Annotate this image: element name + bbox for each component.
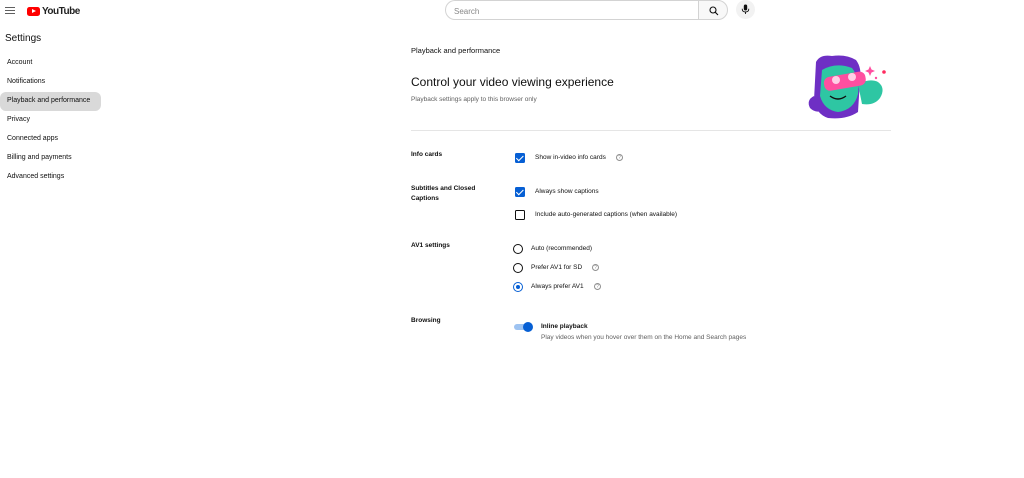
mic-icon xyxy=(741,4,750,14)
inline-playback-description: Play videos when you hover over them on … xyxy=(541,334,747,341)
inline-playback-toggle[interactable] xyxy=(513,322,533,332)
menu-icon[interactable] xyxy=(5,5,17,17)
sidebar-item-privacy[interactable]: Privacy xyxy=(0,111,101,130)
sidebar-item-label: Privacy xyxy=(7,116,30,123)
always-show-captions-label: Always show captions xyxy=(535,188,599,195)
search-box xyxy=(445,0,699,21)
sidebar-item-label: Notifications xyxy=(7,78,46,85)
youtube-logo[interactable]: YouTube xyxy=(27,4,80,18)
sidebar-item-account[interactable]: Account xyxy=(0,54,101,73)
help-icon[interactable]: ? xyxy=(594,283,601,290)
page-subtitle: Playback settings apply to this browser … xyxy=(411,96,537,103)
info-cards-label: Info cards xyxy=(411,151,443,158)
av1-settings-label: AV1 settings xyxy=(411,242,450,249)
playback-illustration xyxy=(808,55,886,119)
av1-auto-label: Auto (recommended) xyxy=(531,245,593,252)
av1-auto-radio[interactable] xyxy=(513,244,523,254)
captions-label-line1: Subtitles and Closed xyxy=(411,185,476,192)
auto-generated-captions-label: Include auto-generated captions (when av… xyxy=(535,211,678,218)
captions-label-line2: Captions xyxy=(411,195,439,202)
sidebar-item-label: Billing and payments xyxy=(7,154,72,161)
youtube-play-icon xyxy=(27,6,40,16)
top-bar: YouTube xyxy=(0,0,1024,22)
sidebar-item-advanced[interactable]: Advanced settings xyxy=(0,168,101,187)
search-input[interactable] xyxy=(446,2,699,21)
sidebar-item-label: Account xyxy=(7,59,33,66)
info-cards-checkbox[interactable] xyxy=(515,153,525,163)
header-divider xyxy=(411,130,891,131)
sidebar-item-connected-apps[interactable]: Connected apps xyxy=(0,130,101,149)
browsing-label: Browsing xyxy=(411,317,441,324)
settings-title: Settings xyxy=(5,33,42,44)
sidebar-item-playback[interactable]: Playback and performance xyxy=(0,92,101,111)
section-label: Playback and performance xyxy=(411,46,501,55)
page-title: Control your video viewing experience xyxy=(411,75,614,89)
sidebar-item-label: Connected apps xyxy=(7,135,58,142)
search-icon xyxy=(709,6,719,16)
help-icon[interactable]: ? xyxy=(616,154,623,161)
sidebar-item-label: Playback and performance xyxy=(7,97,91,104)
sidebar-item-notifications[interactable]: Notifications xyxy=(0,73,101,92)
av1-prefer-sd-radio[interactable] xyxy=(513,263,523,273)
help-icon[interactable]: ? xyxy=(592,264,599,271)
logo-text: YouTube xyxy=(42,5,80,17)
always-show-captions-checkbox[interactable] xyxy=(515,187,525,197)
voice-search-button[interactable] xyxy=(736,0,755,19)
info-cards-option-label: Show in-video info cards xyxy=(535,154,606,161)
search-button[interactable] xyxy=(698,0,728,20)
av1-prefer-sd-label: Prefer AV1 for SD xyxy=(531,264,583,271)
av1-always-label: Always prefer AV1 xyxy=(531,283,584,290)
auto-generated-captions-checkbox[interactable] xyxy=(515,210,525,220)
av1-always-radio[interactable] xyxy=(513,282,523,292)
inline-playback-title: Inline playback xyxy=(541,323,588,330)
toggle-knob xyxy=(523,322,533,332)
sidebar-item-billing[interactable]: Billing and payments xyxy=(0,149,101,168)
sidebar-item-label: Advanced settings xyxy=(7,173,65,180)
